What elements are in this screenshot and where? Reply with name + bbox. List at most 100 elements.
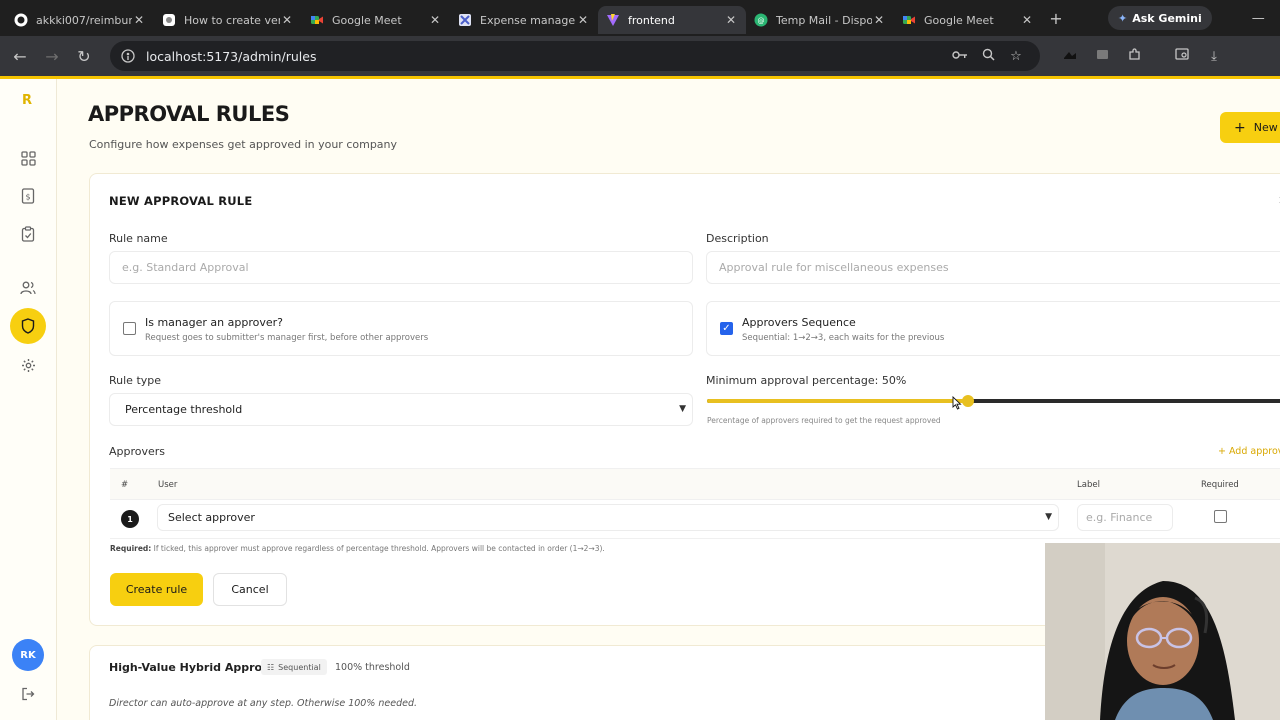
required-note: Required: If ticked, this approver must … bbox=[110, 544, 605, 553]
close-tab-icon[interactable]: ✕ bbox=[132, 13, 146, 27]
column-number: # bbox=[121, 480, 129, 490]
min-percentage-slider[interactable] bbox=[707, 395, 1280, 407]
zoom-icon[interactable] bbox=[974, 48, 1002, 65]
ask-gemini-button[interactable]: ✦ Ask Gemini bbox=[1108, 6, 1212, 30]
row-number-badge: 1 bbox=[121, 510, 139, 528]
manager-approver-option[interactable]: Is manager an approver? Request goes to … bbox=[109, 301, 693, 356]
close-tab-icon[interactable]: ✕ bbox=[724, 13, 738, 27]
column-label: Label bbox=[1077, 480, 1100, 490]
approver-user-select[interactable]: Select approver ▼ bbox=[157, 504, 1059, 531]
bookmark-star-icon[interactable]: ☆ bbox=[1002, 49, 1030, 64]
status-badge: ☷ Sequential bbox=[261, 659, 327, 675]
plus-icon: + bbox=[1234, 119, 1246, 136]
sidebar-item-rules[interactable] bbox=[10, 308, 46, 344]
browser-tab[interactable]: Expense managem ✕ bbox=[450, 6, 598, 34]
approvers-sequence-checkbox[interactable]: ✓ bbox=[720, 322, 733, 335]
accent-strip bbox=[0, 76, 1280, 79]
add-approver-button[interactable]: + Add approv bbox=[1218, 446, 1280, 457]
download-icon[interactable]: ⤓ bbox=[1198, 49, 1230, 64]
approvers-label: Approvers bbox=[109, 445, 166, 458]
rule-description: Director can auto-approve at any step. O… bbox=[109, 698, 418, 709]
tab-title: How to create ven bbox=[184, 13, 280, 27]
chevron-down-icon: ▼ bbox=[679, 404, 686, 414]
rule-type-select[interactable]: Percentage threshold ▼ bbox=[109, 393, 693, 426]
new-tab-button[interactable]: + bbox=[1042, 9, 1070, 28]
create-rule-button[interactable]: Create rule bbox=[110, 573, 203, 606]
approvers-sequence-subtitle: Sequential: 1→2→3, each waits for the pr… bbox=[742, 333, 945, 343]
app-logo: R bbox=[22, 93, 33, 108]
app-icon bbox=[458, 13, 472, 27]
page-subtitle: Configure how expenses get approved in y… bbox=[89, 138, 398, 151]
sidebar-item-logout[interactable] bbox=[10, 676, 46, 712]
close-tab-icon[interactable]: ✕ bbox=[872, 13, 886, 27]
rule-name: High-Value Hybrid Approval bbox=[109, 661, 281, 674]
extensions-puzzle-icon[interactable] bbox=[1118, 47, 1150, 65]
sidebar-item-approvals[interactable] bbox=[10, 216, 46, 252]
url-text: localhost:5173/admin/rules bbox=[146, 48, 317, 64]
manager-approver-subtitle: Request goes to submitter's manager firs… bbox=[145, 333, 429, 343]
address-bar[interactable]: localhost:5173/admin/rules ☆ bbox=[110, 41, 1040, 71]
browser-tab[interactable]: akkki007/reimbur ✕ bbox=[6, 6, 154, 34]
svg-text:$: $ bbox=[25, 193, 30, 202]
back-button[interactable]: ← bbox=[4, 47, 36, 66]
list-icon: ☷ bbox=[267, 662, 275, 672]
logout-icon bbox=[22, 687, 35, 701]
rule-threshold: 100% threshold bbox=[335, 662, 410, 673]
min-percentage-label: Minimum approval percentage: 50% bbox=[706, 374, 907, 387]
browser-tab[interactable]: Google Meet ✕ bbox=[302, 6, 450, 34]
browser-tab[interactable]: Google Meet ✕ bbox=[894, 6, 1042, 34]
webcam-person-image bbox=[1045, 543, 1280, 720]
meet-icon bbox=[902, 13, 916, 27]
form-title: NEW APPROVAL RULE bbox=[109, 194, 253, 208]
description-input[interactable]: Approval rule for miscellaneous expenses bbox=[706, 251, 1280, 284]
extension-icon[interactable] bbox=[1054, 49, 1086, 64]
tab-title: Temp Mail - Dispo bbox=[776, 13, 872, 27]
approver-required-checkbox[interactable] bbox=[1214, 510, 1227, 523]
shield-icon bbox=[21, 318, 35, 334]
rule-type-label: Rule type bbox=[109, 374, 162, 387]
sidebar-item-settings[interactable] bbox=[10, 347, 46, 383]
rule-name-input[interactable]: e.g. Standard Approval bbox=[109, 251, 693, 284]
min-percentage-help: Percentage of approvers required to get … bbox=[707, 416, 941, 425]
reload-button[interactable]: ↻ bbox=[68, 47, 100, 66]
browser-tab[interactable]: frontend ✕ bbox=[598, 6, 746, 34]
receipt-icon: $ bbox=[21, 188, 35, 204]
page-title: APPROVAL RULES bbox=[88, 102, 290, 126]
sidebar-item-users[interactable] bbox=[10, 270, 46, 306]
sidebar-item-expenses[interactable]: $ bbox=[10, 178, 46, 214]
approvers-sequence-option[interactable]: ✓ Approvers Sequence Sequential: 1→2→3, … bbox=[706, 301, 1280, 356]
approvers-sequence-title: Approvers Sequence bbox=[742, 316, 856, 329]
grid-icon bbox=[20, 150, 36, 166]
minimize-window-button[interactable]: — bbox=[1252, 11, 1265, 26]
sidebar-item-dashboard[interactable] bbox=[10, 140, 46, 176]
tab-title: frontend bbox=[628, 13, 675, 27]
close-tab-icon[interactable]: ✕ bbox=[1020, 13, 1034, 27]
manager-approver-checkbox[interactable] bbox=[123, 322, 136, 335]
site-info-icon[interactable] bbox=[120, 48, 136, 64]
meet-icon bbox=[310, 13, 324, 27]
extension-icon[interactable] bbox=[1086, 48, 1118, 64]
cancel-button[interactable]: Cancel bbox=[213, 573, 287, 606]
approver-label-input[interactable]: e.g. Finance bbox=[1077, 504, 1173, 531]
manager-approver-title: Is manager an approver? bbox=[145, 316, 283, 329]
reading-mode-icon[interactable] bbox=[1166, 48, 1198, 64]
mail-icon: @ bbox=[754, 13, 768, 27]
svg-text:@: @ bbox=[758, 17, 765, 25]
close-tab-icon[interactable]: ✕ bbox=[576, 13, 590, 27]
avatar[interactable]: RK bbox=[12, 639, 44, 671]
close-tab-icon[interactable]: ✕ bbox=[428, 13, 442, 27]
gemini-icon: ✦ bbox=[1118, 11, 1128, 25]
slider-handle[interactable] bbox=[962, 395, 974, 407]
page-icon bbox=[162, 13, 176, 27]
forward-button[interactable]: → bbox=[36, 47, 68, 66]
slider-fill bbox=[707, 399, 968, 403]
password-key-icon[interactable] bbox=[946, 49, 974, 64]
browser-tab[interactable]: @ Temp Mail - Dispo ✕ bbox=[746, 6, 894, 34]
vite-icon bbox=[606, 13, 620, 27]
close-tab-icon[interactable]: ✕ bbox=[280, 13, 294, 27]
tab-title: akkki007/reimbur bbox=[36, 13, 132, 27]
webcam-overlay bbox=[1045, 543, 1280, 720]
users-icon bbox=[20, 281, 36, 295]
new-rule-button[interactable]: + New r bbox=[1220, 112, 1280, 143]
browser-tab[interactable]: How to create ven ✕ bbox=[154, 6, 302, 34]
